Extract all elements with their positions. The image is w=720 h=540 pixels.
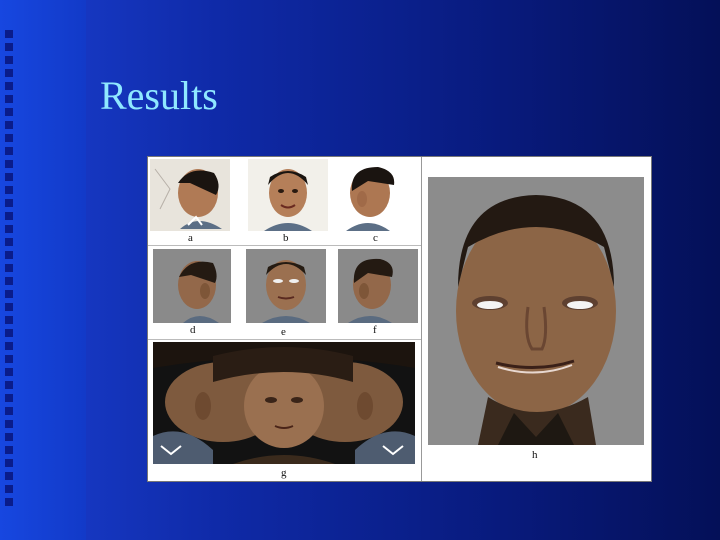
slide-background: Results a b c d e f g h [0, 0, 720, 540]
render-h-large [428, 177, 644, 445]
decorative-square [5, 277, 13, 285]
label-a: a [188, 232, 193, 244]
decorative-square [5, 368, 13, 376]
decorative-square [5, 303, 13, 311]
decorative-square [5, 147, 13, 155]
decorative-square [5, 498, 13, 506]
photo-a-profile-left [150, 159, 230, 231]
render-d-profile-left [153, 249, 231, 323]
photo-c-profile-right [338, 159, 418, 231]
texture-map-g [153, 342, 415, 464]
decorative-square [5, 251, 13, 259]
label-c: c [373, 232, 378, 244]
decorative-square [5, 56, 13, 64]
decorative-square [5, 186, 13, 194]
decorative-square [5, 43, 13, 51]
decorative-square [5, 329, 13, 337]
decorative-square [5, 238, 13, 246]
row-divider-2 [148, 339, 421, 340]
decorative-square [5, 173, 13, 181]
figure-divider [421, 157, 422, 481]
label-g: g [281, 467, 287, 479]
render-f-profile-right [338, 249, 418, 323]
decorative-square [5, 160, 13, 168]
decorative-square [5, 95, 13, 103]
decorative-square [5, 212, 13, 220]
decorative-square [5, 407, 13, 415]
decorative-square [5, 199, 13, 207]
decorative-square [5, 485, 13, 493]
decorative-square [5, 459, 13, 467]
slide-title: Results [100, 73, 218, 118]
decorative-square [5, 446, 13, 454]
label-e: e [281, 326, 286, 338]
decorative-square [5, 225, 13, 233]
decorative-square [5, 342, 13, 350]
decorative-square [5, 394, 13, 402]
decorative-square [5, 472, 13, 480]
label-d: d [190, 324, 196, 336]
decorative-square [5, 290, 13, 298]
decorative-square [5, 134, 13, 142]
decorative-square [5, 433, 13, 441]
photo-b-frontal [248, 159, 328, 231]
bullet-column [5, 30, 19, 511]
left-band [0, 0, 86, 540]
decorative-square [5, 30, 13, 38]
results-figure: a b c d e f g h [147, 156, 652, 482]
decorative-square [5, 316, 13, 324]
decorative-square [5, 69, 13, 77]
decorative-square [5, 420, 13, 428]
decorative-square [5, 108, 13, 116]
render-e-frontal [246, 249, 326, 323]
decorative-square [5, 355, 13, 363]
label-b: b [283, 232, 289, 244]
row-divider-1 [148, 245, 421, 246]
decorative-square [5, 121, 13, 129]
decorative-square [5, 381, 13, 389]
decorative-square [5, 82, 13, 90]
decorative-square [5, 264, 13, 272]
label-h: h [532, 449, 538, 461]
label-f: f [373, 324, 377, 336]
